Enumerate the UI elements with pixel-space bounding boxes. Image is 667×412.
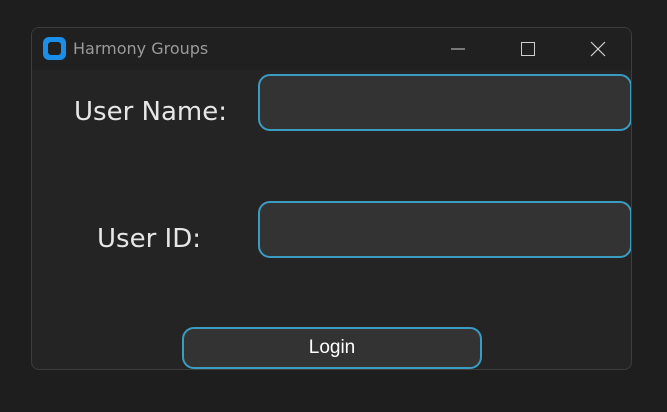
- minimize-button[interactable]: [423, 28, 493, 70]
- app-logo-icon: [43, 37, 66, 60]
- close-icon: [590, 41, 606, 57]
- login-window: Harmony Groups User Name: User ID: Login: [31, 27, 632, 370]
- userid-input[interactable]: [258, 201, 631, 258]
- close-button[interactable]: [563, 28, 631, 70]
- minimize-icon: [451, 42, 465, 56]
- title-bar[interactable]: Harmony Groups: [32, 28, 631, 70]
- login-button[interactable]: Login: [182, 327, 482, 369]
- window-title: Harmony Groups: [73, 39, 209, 58]
- username-label: User Name:: [74, 97, 227, 127]
- maximize-icon: [521, 42, 535, 56]
- maximize-button[interactable]: [493, 28, 563, 70]
- userid-label: User ID:: [97, 224, 201, 254]
- username-input[interactable]: [258, 74, 631, 131]
